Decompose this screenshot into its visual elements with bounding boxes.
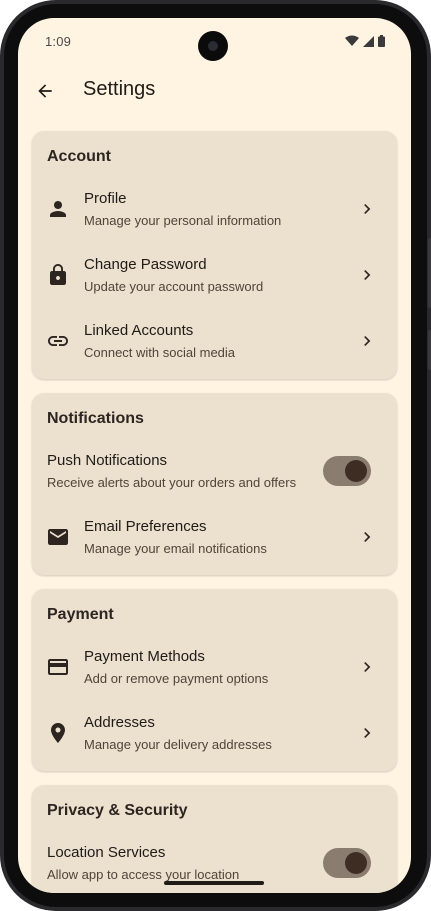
row-title: Location Services <box>47 844 166 861</box>
row-title: Linked Accounts <box>84 322 194 339</box>
account-section: Account Profile Manage your personal inf… <box>32 131 397 379</box>
chevron-right-icon <box>364 270 371 280</box>
mail-icon <box>48 529 68 545</box>
section-title: Payment <box>47 606 114 623</box>
row-title: Push Notifications <box>47 452 168 469</box>
arrow-back-icon <box>38 84 52 98</box>
push-notifications-toggle[interactable] <box>323 456 371 486</box>
payment-section: Payment Payment Methods Add or remove pa… <box>32 589 397 771</box>
push-notifications-row: Push Notifications Receive alerts about … <box>32 439 397 505</box>
phone-frame: 1:09 Settings Account Profile Manage you… <box>0 0 431 911</box>
location-pin-icon <box>51 723 65 743</box>
change-password-row[interactable]: Change Password Update your account pass… <box>32 243 397 309</box>
toggle-thumb <box>345 852 367 874</box>
camera-cutout <box>198 31 228 61</box>
signal-icon <box>363 35 374 47</box>
row-title: Email Preferences <box>84 518 207 535</box>
toggle-thumb <box>345 460 367 482</box>
page-title: Settings <box>83 78 156 100</box>
section-title: Privacy & Security <box>47 802 188 819</box>
home-indicator[interactable] <box>164 881 264 885</box>
section-title: Notifications <box>47 410 144 427</box>
chevron-right-icon <box>364 662 371 672</box>
wifi-icon <box>345 35 359 46</box>
row-subtitle: Connect with social media <box>84 345 236 360</box>
row-title: Payment Methods <box>84 648 205 665</box>
row-subtitle: Receive alerts about your orders and off… <box>47 475 297 490</box>
linked-accounts-row[interactable]: Linked Accounts Connect with social medi… <box>32 309 397 375</box>
row-subtitle: Manage your personal information <box>84 213 282 228</box>
row-title: Addresses <box>84 714 155 731</box>
chevron-right-icon <box>364 336 371 346</box>
person-icon <box>50 201 66 217</box>
row-subtitle: Add or remove payment options <box>84 671 269 686</box>
addresses-row[interactable]: Addresses Manage your delivery addresses <box>32 701 397 767</box>
battery-icon <box>378 35 385 47</box>
credit-card-icon <box>48 659 68 675</box>
screen: 1:09 Settings Account Profile Manage you… <box>18 18 411 893</box>
status-bar: 1:09 <box>18 18 411 66</box>
chevron-right-icon <box>364 204 371 214</box>
section-title: Account <box>47 148 111 165</box>
row-subtitle: Manage your email notifications <box>84 541 267 556</box>
payment-methods-row[interactable]: Payment Methods Add or remove payment op… <box>32 635 397 701</box>
link-icon <box>48 336 68 346</box>
status-time: 1:09 <box>45 34 72 49</box>
settings-list: Account Profile Manage your personal inf… <box>32 131 397 893</box>
lock-icon <box>50 264 66 285</box>
chevron-right-icon <box>364 532 371 542</box>
chevron-right-icon <box>364 728 371 738</box>
row-subtitle: Update your account password <box>84 279 264 294</box>
privacy-security-section: Privacy & Security Location Services All… <box>32 785 397 893</box>
profile-row[interactable]: Profile Manage your personal information <box>32 177 397 243</box>
row-subtitle: Manage your delivery addresses <box>84 737 272 752</box>
back-button[interactable] <box>30 76 60 106</box>
row-title: Change Password <box>84 256 207 273</box>
row-title: Profile <box>84 190 127 207</box>
email-preferences-row[interactable]: Email Preferences Manage your email noti… <box>32 505 397 571</box>
location-services-toggle[interactable] <box>323 848 371 878</box>
app-bar: Settings <box>18 66 411 116</box>
status-icons <box>345 35 385 47</box>
notifications-section: Notifications Push Notifications Receive… <box>32 393 397 575</box>
